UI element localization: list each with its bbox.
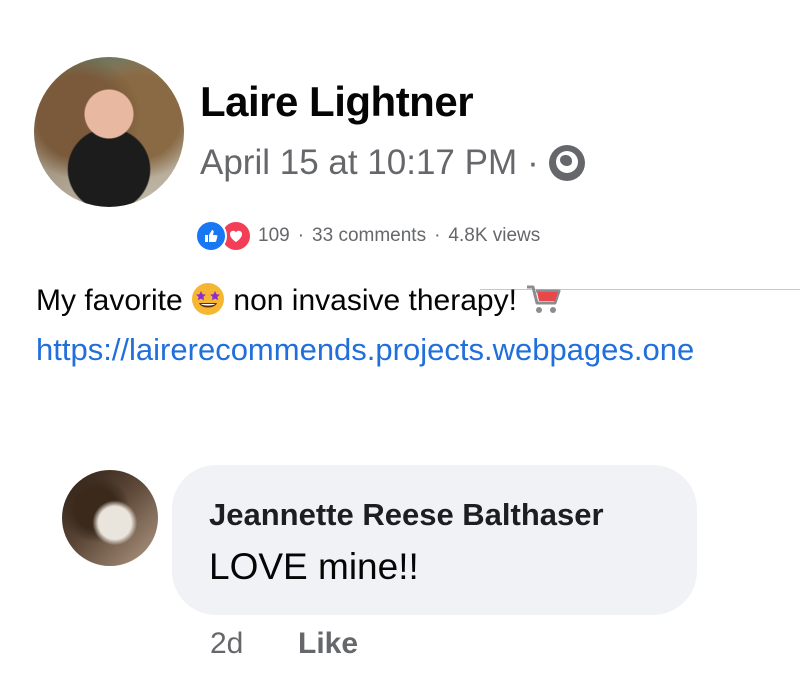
comment-author-avatar[interactable] [62,470,158,566]
post-text: My favorite non invasive therapy! [36,282,561,318]
post-author-avatar[interactable] [34,57,184,207]
comment-like-button[interactable]: Like [298,627,358,661]
shopping-cart-emoji [525,282,561,316]
post-meta: April 15 at 10:17 PM · [200,143,585,183]
post-link[interactable]: https://lairerecommends.projects.webpage… [36,332,694,368]
post-text-part-1: My favorite [36,284,183,317]
view-count: 4.8K views [448,225,541,246]
post-author-name[interactable]: Laire Lightner [200,78,474,126]
star-struck-emoji [191,282,225,316]
comment-author-name[interactable]: Jeannette Reese Balthaser [209,497,604,533]
meta-separator: · [527,143,539,182]
comment-bubble [172,465,697,615]
comment-text: LOVE mine!! [209,546,419,587]
comment-count[interactable]: 33 comments [312,225,426,247]
like-reaction-icon [195,220,227,252]
stats-separator: · [297,225,305,246]
stats-separator: · [434,225,441,246]
reactions-bar[interactable]: 109 · 33 comments · 4.8K views [195,220,540,252]
post-timestamp[interactable]: April 15 at 10:17 PM [200,143,517,183]
post-text-part-2: non invasive therapy! [233,284,517,317]
comment-timestamp[interactable]: 2d [210,627,243,661]
globe-icon[interactable] [548,145,585,181]
reaction-count[interactable]: 109 [258,225,290,247]
